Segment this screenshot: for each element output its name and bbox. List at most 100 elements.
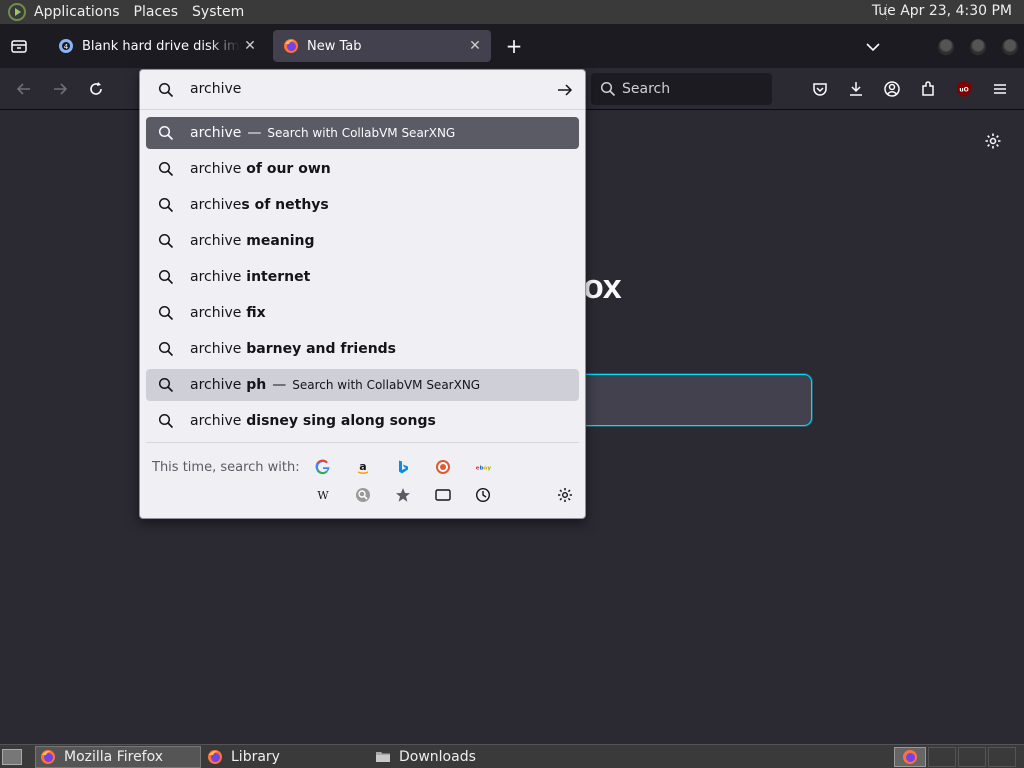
urlbar-typed-text[interactable]: archive	[190, 81, 241, 97]
one-off-separator	[146, 442, 579, 443]
duckduckgo-icon[interactable]	[435, 459, 451, 475]
wikipedia-icon[interactable]: W	[315, 487, 331, 503]
ublock-origin-icon[interactable]: uO	[955, 80, 973, 98]
forward-arrow-icon[interactable]	[51, 80, 69, 98]
urlbar-input[interactable]: archive	[140, 70, 585, 110]
result-dash: —	[272, 377, 287, 393]
result-row-4[interactable]: archive internet	[146, 261, 579, 293]
search-icon	[158, 377, 174, 393]
result-prefix: archive	[190, 305, 242, 321]
taskbar-item-label: Mozilla Firefox	[64, 749, 164, 765]
search-bar-placeholder: Search	[622, 81, 671, 97]
show-desktop-icon[interactable]	[2, 749, 22, 765]
pocket-icon[interactable]	[811, 80, 829, 98]
result-row-0[interactable]: archive — Search with CollabVM SearXNG	[146, 117, 579, 149]
result-prefix: archive	[190, 341, 242, 357]
workspace-1[interactable]	[894, 747, 926, 767]
tab-close-icon[interactable]: ✕	[465, 36, 485, 56]
amazon-icon[interactable]: a	[355, 459, 371, 475]
chevron-down-icon[interactable]	[864, 38, 882, 56]
tab-new-tab[interactable]: New Tab ✕	[273, 30, 491, 62]
tab-close-icon[interactable]: ✕	[240, 36, 260, 56]
search-icon	[158, 269, 174, 285]
svg-text:4: 4	[64, 43, 69, 51]
svg-text:W: W	[317, 489, 329, 502]
workspace-2[interactable]	[928, 747, 956, 767]
firefox-icon	[40, 749, 56, 765]
workspace-4[interactable]	[988, 747, 1016, 767]
one-off-label: This time, search with:	[152, 460, 300, 475]
folder-icon	[375, 749, 391, 765]
result-row-2[interactable]: archives of nethys	[146, 189, 579, 221]
taskbar: Mozilla Firefox Library Downloads	[0, 744, 1024, 768]
firefox-icon	[903, 750, 917, 764]
result-suggestion: meaning	[241, 233, 315, 249]
back-arrow-icon[interactable]	[15, 80, 33, 98]
search-icon	[158, 305, 174, 321]
firefox-icon	[283, 38, 299, 54]
page-search-box[interactable]	[560, 374, 812, 426]
result-prefix: archive	[190, 413, 242, 429]
result-prefix: archive	[190, 377, 242, 393]
search-bar[interactable]: Search	[591, 73, 772, 105]
account-icon[interactable]	[883, 80, 901, 98]
menu-system[interactable]: System	[192, 4, 244, 20]
result-suggestion: ph	[241, 377, 267, 393]
result-row-6[interactable]: archive barney and friends	[146, 333, 579, 365]
result-suggestion: barney and friends	[241, 341, 397, 357]
result-action: Search with CollabVM SearXNG	[267, 126, 456, 140]
minimize-window-button[interactable]	[938, 39, 954, 55]
result-prefix: archive	[190, 197, 242, 213]
extensions-icon[interactable]	[919, 80, 937, 98]
firefox-icon	[207, 749, 223, 765]
bing-icon[interactable]	[395, 459, 411, 475]
history-icon[interactable]	[475, 487, 491, 503]
svg-text:uO: uO	[959, 87, 968, 94]
result-row-7[interactable]: archive ph — Search with CollabVM SearXNG	[146, 369, 579, 401]
result-suggestion: fix	[241, 305, 266, 321]
urlbar-dropdown: archive archive — Search with CollabVM Sea…	[139, 69, 586, 519]
result-prefix: archive	[190, 125, 242, 141]
reload-icon[interactable]	[87, 80, 105, 98]
firefox-wordmark: ox	[583, 268, 622, 306]
go-arrow-icon[interactable]	[556, 82, 574, 98]
tab-blank-hard-drive[interactable]: 4 Blank hard drive disk images ✕	[48, 30, 266, 62]
downloads-icon[interactable]	[847, 80, 865, 98]
hamburger-menu-icon[interactable]	[991, 80, 1009, 98]
tab-title: Blank hard drive disk images	[82, 38, 240, 54]
bookmarks-icon[interactable]	[395, 487, 411, 503]
firefox-view-icon[interactable]	[10, 37, 28, 55]
tab-title: New Tab	[307, 38, 362, 54]
result-prefix: archive	[190, 161, 242, 177]
taskbar-item-firefox[interactable]: Mozilla Firefox	[35, 746, 201, 768]
search-icon	[600, 81, 616, 97]
ebay-icon[interactable]: ebay	[475, 459, 491, 475]
close-window-button[interactable]	[1002, 39, 1018, 55]
result-row-5[interactable]: archive fix	[146, 297, 579, 329]
result-row-8[interactable]: archive disney sing along songs	[146, 405, 579, 437]
taskbar-item-label: Downloads	[399, 749, 476, 765]
result-row-3[interactable]: archive meaning	[146, 225, 579, 257]
menu-places[interactable]: Places	[134, 4, 179, 20]
result-prefix: archive	[190, 233, 242, 249]
menu-applications[interactable]: Applications	[34, 4, 120, 20]
google-icon[interactable]	[315, 459, 331, 475]
top-panel: Applications Places System Tue Apr 23, 4…	[0, 0, 1024, 24]
result-action: Search with CollabVM SearXNG	[292, 378, 481, 392]
new-tab-button[interactable]: +	[504, 36, 524, 56]
search-settings-gear-icon[interactable]	[557, 487, 573, 503]
maximize-window-button[interactable]	[970, 39, 986, 55]
result-suggestion: of our own	[241, 161, 331, 177]
tabs-icon[interactable]	[435, 487, 451, 503]
clock[interactable]: Tue Apr 23, 4:30 PM	[872, 3, 1012, 19]
searxng-icon[interactable]	[355, 487, 371, 503]
urlbar-results: archive — Search with CollabVM SearXNG arc…	[146, 117, 579, 441]
applications-logo-icon[interactable]	[8, 3, 26, 21]
workspace-3[interactable]	[958, 747, 986, 767]
page-settings-gear-icon[interactable]	[984, 132, 1002, 150]
site-favicon-icon: 4	[58, 38, 74, 54]
taskbar-item-downloads[interactable]: Downloads	[371, 746, 537, 768]
taskbar-item-library[interactable]: Library	[203, 746, 369, 768]
result-row-1[interactable]: archive of our own	[146, 153, 579, 185]
svg-text:ebay: ebay	[476, 465, 491, 471]
